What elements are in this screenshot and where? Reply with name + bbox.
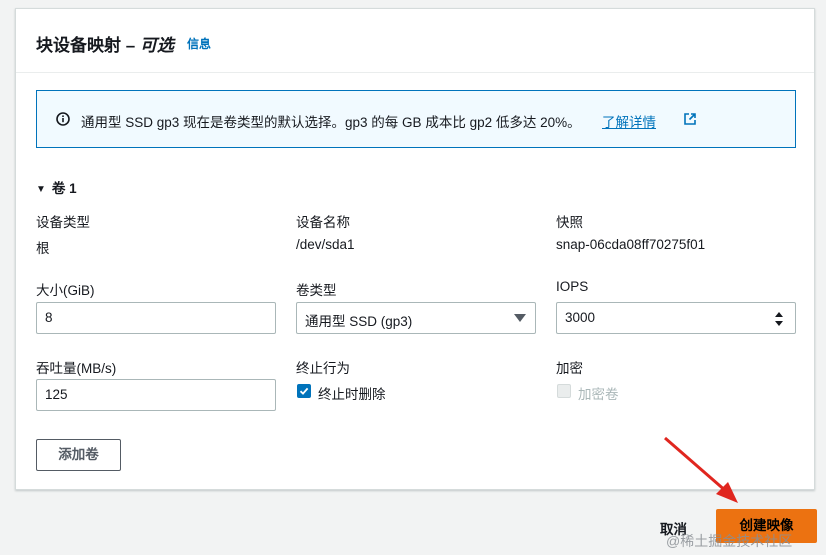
size-input[interactable]: 8 bbox=[36, 302, 276, 334]
snapshot-value: snap-06cda08ff70275f01 bbox=[556, 237, 706, 252]
caret-down-icon bbox=[514, 314, 526, 322]
panel-header: 块设备映射 – 可选 信息 bbox=[16, 9, 814, 73]
snapshot-label: 快照 bbox=[556, 215, 583, 230]
info-link[interactable]: 信息 bbox=[187, 35, 211, 52]
caret-down-icon: ▼ bbox=[36, 184, 46, 195]
volume-type-selected: 通用型 SSD (gp3) bbox=[305, 314, 413, 329]
size-label: 大小(GiB) bbox=[36, 283, 95, 298]
alert-text: 通用型 SSD gp3 现在是卷类型的默认选择。gp3 的每 GB 成本比 gp… bbox=[81, 115, 581, 130]
iops-label: IOPS bbox=[556, 279, 589, 294]
size-input-value: 8 bbox=[45, 310, 53, 325]
info-alert: 通用型 SSD gp3 现在是卷类型的默认选择。gp3 的每 GB 成本比 gp… bbox=[36, 90, 796, 148]
panel-title: 块设备映射 – 可选 bbox=[36, 31, 174, 56]
learn-more-link[interactable]: 了解详情 bbox=[602, 111, 656, 131]
device-name-value: /dev/sda1 bbox=[296, 237, 355, 252]
add-volume-button[interactable]: 添加卷 bbox=[36, 439, 121, 471]
volume-1-toggle[interactable]: ▼ 卷 1 bbox=[36, 177, 77, 197]
delete-on-termination-label: 终止时删除 bbox=[318, 387, 386, 402]
throughput-input[interactable]: 125 bbox=[36, 379, 276, 411]
device-name-label: 设备名称 bbox=[296, 215, 350, 230]
iops-input-value: 3000 bbox=[565, 310, 596, 325]
volume-type-label: 卷类型 bbox=[296, 283, 337, 298]
termination-behavior-label: 终止行为 bbox=[296, 361, 350, 376]
block-device-mapping-panel: 块设备映射 – 可选 信息 通用型 SSD gp3 现在是卷类型的默认选择。gp… bbox=[15, 8, 815, 490]
device-type-value: 根 bbox=[36, 241, 50, 256]
spinner-arrows-icon[interactable] bbox=[774, 311, 784, 327]
encrypt-volume-label: 加密卷 bbox=[578, 387, 619, 402]
encryption-label: 加密 bbox=[556, 361, 583, 376]
volume-type-select[interactable]: 通用型 SSD (gp3) bbox=[296, 302, 536, 334]
throughput-label: 吞吐量(MB/s) bbox=[36, 361, 117, 376]
volume-1-label: 卷 1 bbox=[51, 181, 77, 196]
checkmark-icon bbox=[299, 387, 309, 395]
throughput-input-value: 125 bbox=[45, 387, 68, 402]
info-circle-icon bbox=[56, 112, 70, 126]
encrypt-volume-checkbox[interactable] bbox=[557, 384, 571, 398]
external-link-icon[interactable] bbox=[683, 112, 697, 126]
device-type-label: 设备类型 bbox=[36, 215, 90, 230]
panel-title-optional: 可选 bbox=[139, 36, 174, 55]
panel-title-main: 块设备映射 – bbox=[36, 36, 140, 55]
watermark-text: @稀土掘金技术社区 bbox=[666, 533, 793, 549]
delete-on-termination-checkbox[interactable] bbox=[297, 384, 311, 398]
iops-input[interactable]: 3000 bbox=[556, 302, 796, 334]
